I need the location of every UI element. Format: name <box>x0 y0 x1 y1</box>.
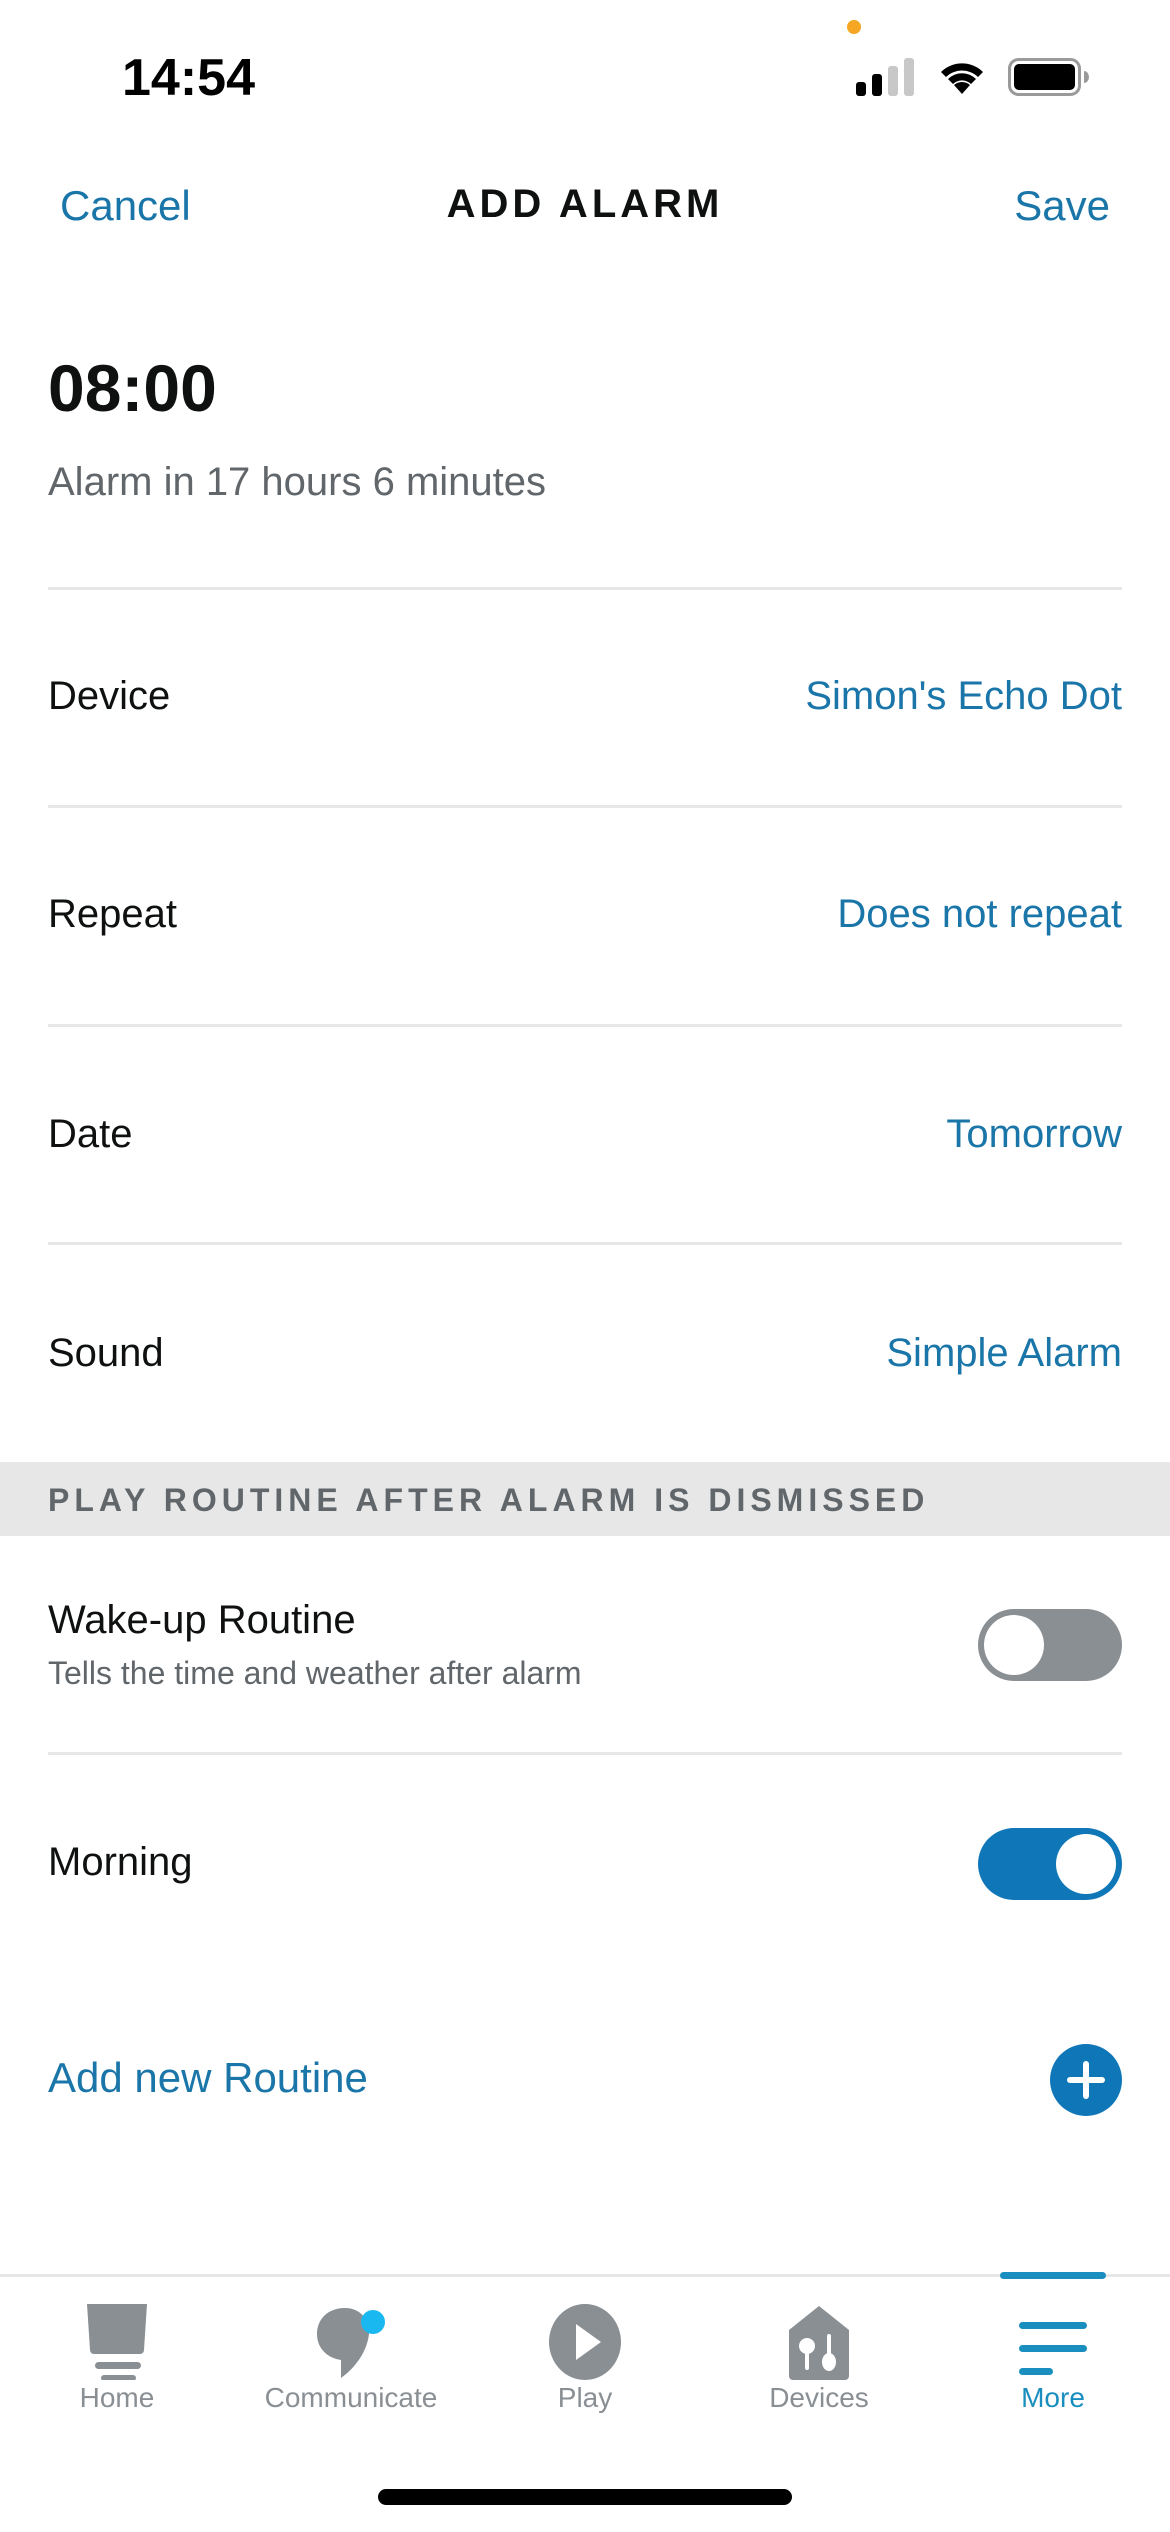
sound-row[interactable]: Sound Simple Alarm <box>0 1245 1170 1455</box>
tab-play[interactable]: Play <box>468 2280 702 2430</box>
tab-communicate-label: Communicate <box>264 2382 438 2413</box>
toggle-knob <box>1056 1834 1116 1894</box>
battery-icon <box>1008 58 1089 96</box>
toggle-knob <box>984 1615 1044 1675</box>
menu-lines-icon <box>1019 2322 1087 2375</box>
notification-badge <box>361 2310 385 2334</box>
divider <box>48 1752 1122 1755</box>
tab-play-label: Play <box>557 2382 613 2413</box>
repeat-row[interactable]: Repeat Does not repeat <box>0 808 1170 1018</box>
home-echo-icon <box>87 2304 147 2380</box>
tab-bar-divider <box>0 2274 1170 2277</box>
wifi-icon <box>941 63 983 94</box>
device-row[interactable]: Device Simon's Echo Dot <box>0 590 1170 800</box>
tab-more-label: More <box>1021 2382 1085 2413</box>
wakeup-routine-toggle[interactable] <box>978 1609 1122 1681</box>
add-new-routine-link[interactable]: Add new Routine <box>48 2054 368 2102</box>
date-row[interactable]: Date Tomorrow <box>0 1027 1170 1237</box>
tab-home-label: Home <box>79 2382 155 2413</box>
tab-more[interactable]: More <box>936 2280 1170 2430</box>
active-tab-indicator <box>1000 2272 1106 2279</box>
play-circle-icon <box>549 2304 621 2380</box>
alarm-countdown: Alarm in 17 hours 6 minutes <box>48 460 547 504</box>
wakeup-routine-title: Wake-up Routine <box>48 1598 356 1642</box>
home-indicator[interactable] <box>378 2489 792 2505</box>
tab-communicate[interactable]: Communicate <box>234 2280 468 2430</box>
repeat-label: Repeat <box>48 892 177 936</box>
morning-routine-title: Morning <box>48 1840 193 1884</box>
date-label: Date <box>48 1112 133 1156</box>
alarm-time[interactable]: 08:00 <box>48 350 217 426</box>
date-value[interactable]: Tomorrow <box>946 1112 1122 1157</box>
device-label: Device <box>48 674 171 718</box>
wakeup-routine-subtitle: Tells the time and weather after alarm <box>48 1655 582 1691</box>
sound-value[interactable]: Simple Alarm <box>886 1331 1122 1376</box>
sound-label: Sound <box>48 1331 164 1375</box>
tab-devices-label: Devices <box>769 2382 869 2413</box>
device-value[interactable]: Simon's Echo Dot <box>805 674 1122 719</box>
tab-devices[interactable]: Devices <box>702 2280 936 2430</box>
privacy-indicator-dot <box>847 20 861 34</box>
tab-home[interactable]: Home <box>0 2280 234 2430</box>
morning-routine-toggle[interactable] <box>978 1828 1122 1900</box>
cellular-signal-icon <box>856 58 916 96</box>
section-header-text: PLAY ROUTINE AFTER ALARM IS DISMISSED <box>48 1482 930 1518</box>
devices-house-icon <box>789 2306 849 2380</box>
status-time: 14:54 <box>122 49 255 107</box>
chat-bubble-icon <box>317 2308 385 2378</box>
page-title: ADD ALARM <box>446 182 724 226</box>
add-routine-plus-icon[interactable] <box>1050 2044 1122 2116</box>
repeat-value[interactable]: Does not repeat <box>837 892 1122 937</box>
save-button[interactable]: Save <box>1014 182 1110 230</box>
routine-section-header: PLAY ROUTINE AFTER ALARM IS DISMISSED <box>0 1462 1170 1536</box>
